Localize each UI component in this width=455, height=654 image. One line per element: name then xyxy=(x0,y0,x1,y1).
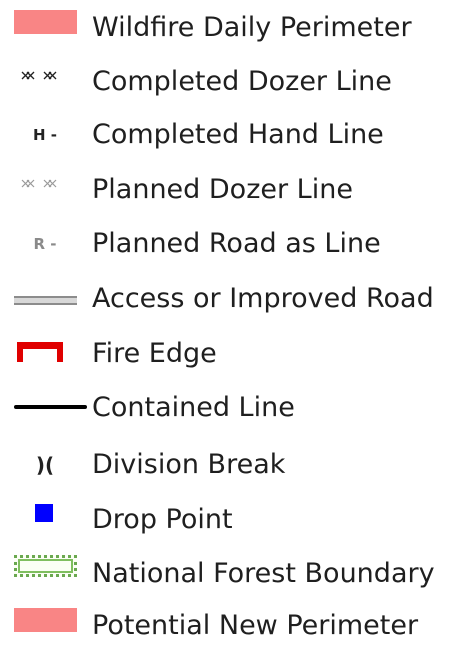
legend-item-potential-new-perimeter: Potential New Perimeter xyxy=(0,598,455,654)
blue-square-icon xyxy=(10,492,80,548)
legend-item-planned-road-as-line: R - Planned Road as Line xyxy=(0,216,455,272)
legend-label: Drop Point xyxy=(92,504,233,535)
division-break-icon: )( xyxy=(35,453,55,477)
legend-label: Completed Dozer Line xyxy=(92,66,392,97)
legend-item-wildfire-daily-perimeter: Wildfire Daily Perimeter xyxy=(0,0,455,56)
green-outline-box-icon xyxy=(10,546,80,602)
legend-item-national-forest-boundary: National Forest Boundary xyxy=(0,546,455,602)
gray-x-line-icon xyxy=(10,162,80,218)
pink-fill-swatch-icon xyxy=(10,0,80,56)
legend-item-completed-hand-line: H - Completed Hand Line xyxy=(0,107,455,163)
legend-item-fire-edge: Fire Edge xyxy=(0,326,455,382)
legend-label: Access or Improved Road xyxy=(92,283,434,314)
legend-item-access-or-improved-road: Access or Improved Road xyxy=(0,271,455,327)
road-line-icon: R - xyxy=(33,235,57,253)
legend-item-division-break: )( Division Break xyxy=(0,437,455,493)
legend-label: Planned Road as Line xyxy=(92,228,381,259)
legend-item-drop-point: Drop Point xyxy=(0,492,455,548)
legend-label: Contained Line xyxy=(92,392,295,423)
pink-fill-swatch-icon xyxy=(10,598,80,654)
legend-label: National Forest Boundary xyxy=(92,558,435,589)
legend-label: Completed Hand Line xyxy=(92,119,384,150)
double-gray-line-icon xyxy=(10,271,80,327)
legend-label: Wildfire Daily Perimeter xyxy=(92,12,412,43)
legend-label: Planned Dozer Line xyxy=(92,174,353,205)
black-line-icon xyxy=(10,380,87,436)
legend-item-contained-line: Contained Line xyxy=(0,380,455,436)
legend-label: Fire Edge xyxy=(92,338,217,369)
legend-item-planned-dozer-line: Planned Dozer Line xyxy=(0,162,455,218)
hand-line-icon: H - xyxy=(32,126,57,144)
legend-item-completed-dozer-line: Completed Dozer Line xyxy=(0,54,455,110)
map-legend: Wildfire Daily Perimeter Completed Dozer… xyxy=(0,0,455,652)
red-bracket-icon xyxy=(10,326,80,382)
legend-label: Division Break xyxy=(92,449,286,480)
legend-label: Potential New Perimeter xyxy=(92,610,419,641)
black-x-line-icon xyxy=(10,54,80,110)
